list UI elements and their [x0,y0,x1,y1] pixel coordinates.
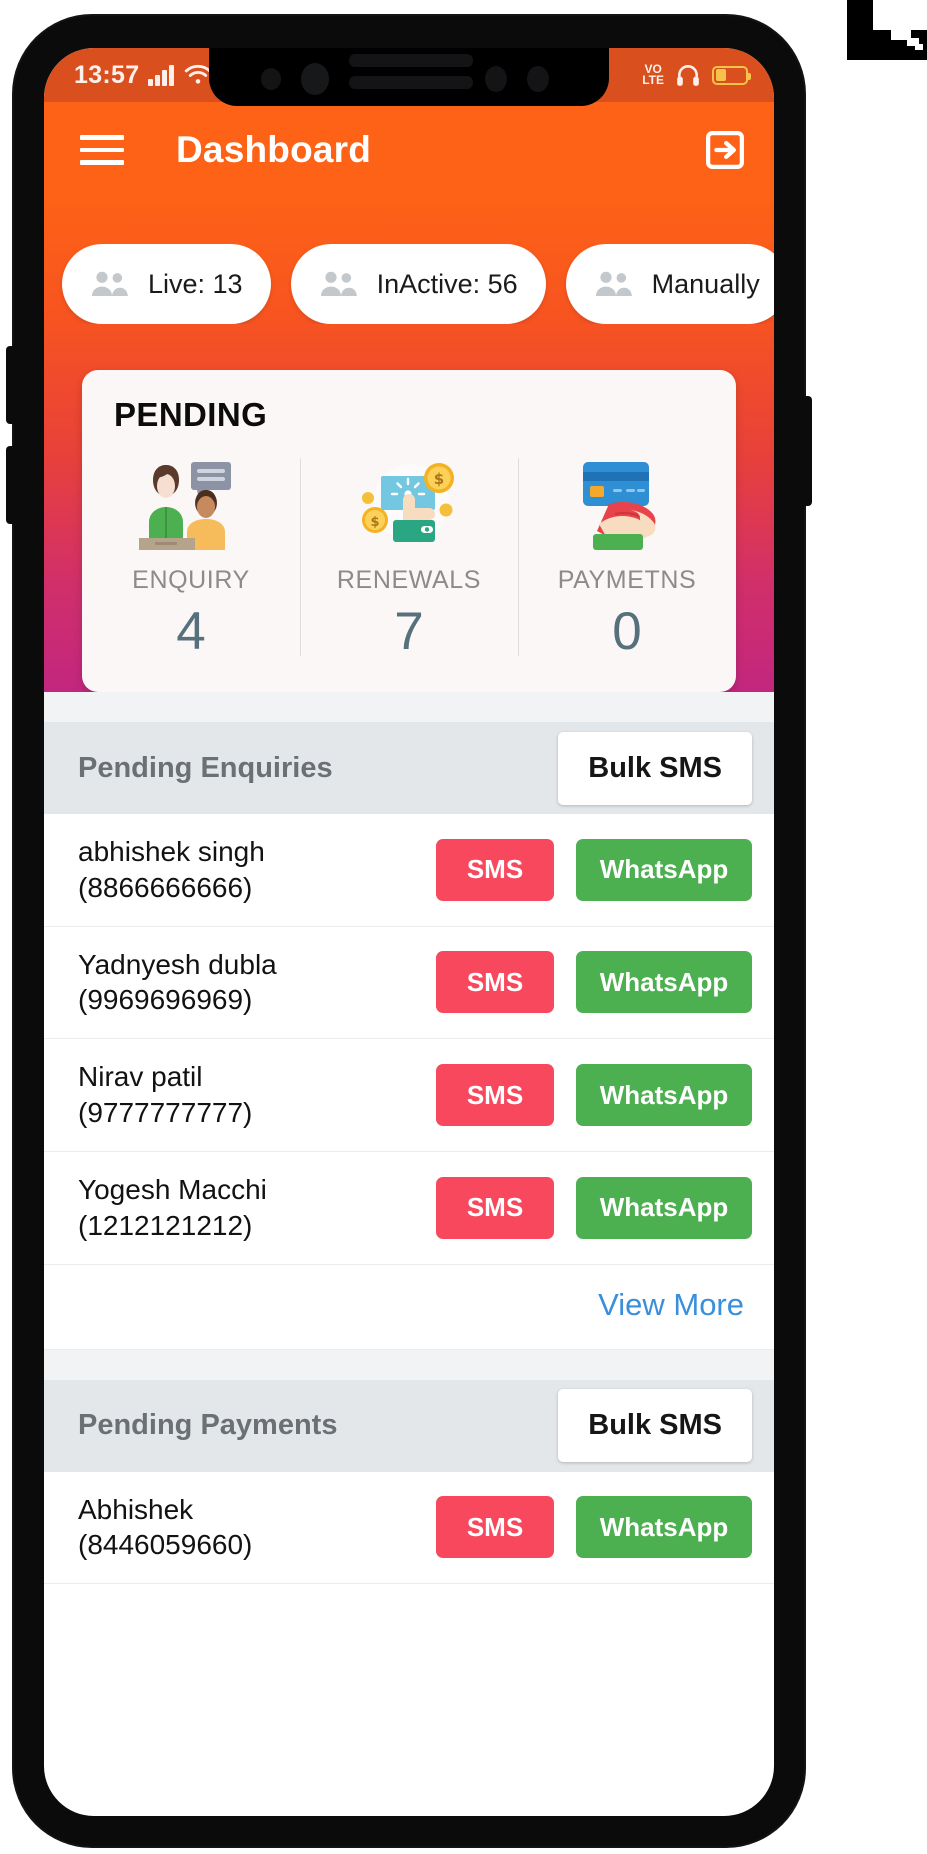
row-actions: SMS WhatsApp [436,1496,752,1559]
sms-button[interactable]: SMS [436,838,554,901]
pending-enquiries-header: Pending Enquiries Bulk SMS [44,722,774,814]
logout-icon[interactable] [702,127,748,173]
pending-card: PENDING ENQUIRY 4 $ $ RENEWALS 7 PAYMETN… [82,370,736,692]
table-row[interactable]: Yogesh Macchi (1212121212) SMS WhatsApp [44,1152,774,1265]
pending-column-label: PAYMETNS [557,566,697,594]
phone-device-frame: 13:57 VO LTE Dashboard Live: 13 InActive… [6,16,812,1846]
row-actions: SMS WhatsApp [436,1176,752,1239]
view-more-link[interactable]: View More [598,1287,744,1322]
whatsapp-button[interactable]: WhatsApp [576,1176,752,1239]
sms-button[interactable]: SMS [436,951,554,1014]
enquiry-contact: Nirav patil (9777777777) [78,1059,436,1131]
pending-column-renewals[interactable]: $ $ RENEWALS 7 [300,454,518,662]
contact-phone: (8866666666) [78,871,253,903]
people-icon [320,271,357,296]
section-title: Pending Enquiries [78,751,333,784]
stat-chip-label: Live: 13 [148,268,243,299]
table-row[interactable]: Nirav patil (9777777777) SMS WhatsApp [44,1039,774,1152]
contact-phone: (9969696969) [78,984,253,1016]
contact-name: Yadnyesh dubla [78,948,277,980]
row-actions: SMS WhatsApp [436,1064,752,1127]
display-notch [209,48,609,106]
payment-contact: Abhishek (8446059660) [78,1492,436,1564]
sms-button[interactable]: SMS [436,1496,554,1559]
battery-icon [712,65,751,85]
page-title: Dashboard [176,129,372,170]
pending-column-value: 7 [394,602,424,661]
contact-phone: (1212121212) [78,1209,253,1241]
renewals-illustration: $ $ [351,454,467,550]
row-actions: SMS WhatsApp [436,838,752,901]
table-row[interactable]: Yadnyesh dubla (9969696969) SMS WhatsApp [44,927,774,1040]
status-clock: 13:57 [74,60,140,89]
pending-card-title: PENDING [114,396,268,433]
whatsapp-button[interactable]: WhatsApp [576,951,752,1014]
status-bar: 13:57 VO LTE [44,48,774,106]
enquiry-contact: Yogesh Macchi (1212121212) [78,1172,436,1244]
bulk-sms-button-payments[interactable]: Bulk SMS [558,1389,752,1463]
svg-text:$: $ [434,470,444,488]
view-more-row[interactable]: View More [44,1265,774,1350]
stats-chips-row[interactable]: Live: 13 InActive: 56 Manually [44,244,774,324]
corner-artifact [847,0,927,60]
contact-name: abhishek singh [78,836,265,867]
contact-phone: (8446059660) [78,1529,253,1561]
people-icon [92,271,128,296]
stat-chip-inactive[interactable]: InActive: 56 [290,244,546,324]
pending-column-enquiry[interactable]: ENQUIRY 4 [82,454,300,662]
screenshot-root: 13:57 VO LTE Dashboard Live: 13 InActive… [0,0,927,1854]
hamburger-menu-icon[interactable] [80,135,124,165]
enquiry-contact: abhishek singh (8866666666) [78,834,436,906]
whatsapp-button[interactable]: WhatsApp [576,838,752,901]
sheet-top-gap [44,692,774,722]
pending-columns: ENQUIRY 4 $ $ RENEWALS 7 PAYMETNS 0 [82,454,736,662]
content-sheet: Pending Enquiries Bulk SMS abhishek sing… [44,692,774,1585]
pending-payments-header: Pending Payments Bulk SMS [44,1379,774,1472]
row-actions: SMS WhatsApp [436,951,752,1014]
contact-name: Yogesh Macchi [78,1173,267,1205]
app-bar: Dashboard [44,102,774,198]
svg-text:$: $ [370,515,379,530]
people-icon [595,271,632,296]
volume-down-button[interactable] [6,446,16,524]
stat-chip-manually[interactable]: Manually [565,244,774,324]
contact-phone: (9777777777) [78,1097,253,1129]
section-title: Pending Payments [78,1409,338,1442]
status-bar-right: VO LTE [642,48,774,102]
status-bar-left: 13:57 [44,48,213,102]
whatsapp-button[interactable]: WhatsApp [576,1496,752,1559]
sms-button[interactable]: SMS [436,1176,554,1239]
phone-screen: 13:57 VO LTE Dashboard Live: 13 InActive… [44,48,774,1816]
stat-chip-label: Manually [651,268,760,299]
volte-icon: VO LTE [642,63,664,87]
headphone-icon [677,65,699,86]
payments-illustration [569,454,685,550]
pending-card-wrapper: PENDING ENQUIRY 4 $ $ RENEWALS 7 PAYMETN… [44,324,774,692]
section-gap [44,1349,774,1380]
table-row[interactable]: abhishek singh (8866666666) SMS WhatsApp [44,814,774,927]
bulk-sms-button-enquiries[interactable]: Bulk SMS [558,731,752,805]
pending-column-label: RENEWALS [336,566,482,594]
volume-up-button[interactable] [6,346,16,424]
whatsapp-button[interactable]: WhatsApp [576,1064,752,1127]
stat-chip-label: InActive: 56 [376,268,518,299]
hero-gradient-area: Live: 13 InActive: 56 Manually PENDING E… [44,198,774,692]
volte-line-2: LTE [642,73,664,87]
pending-column-label: ENQUIRY [132,566,250,594]
pending-column-payments[interactable]: PAYMETNS 0 [518,454,736,662]
enquiry-contact: Yadnyesh dubla (9969696969) [78,947,436,1019]
contact-name: Nirav patil [78,1061,203,1093]
pending-column-value: 0 [612,602,642,661]
table-row[interactable]: Abhishek (8446059660) SMS WhatsApp [44,1472,774,1585]
enquiry-illustration [133,454,249,550]
contact-name: Abhishek [78,1493,194,1525]
sms-button[interactable]: SMS [436,1064,554,1127]
signal-bars-icon [148,64,174,86]
pending-column-value: 4 [176,602,206,661]
power-button[interactable] [802,396,812,506]
stat-chip-live[interactable]: Live: 13 [62,244,271,324]
